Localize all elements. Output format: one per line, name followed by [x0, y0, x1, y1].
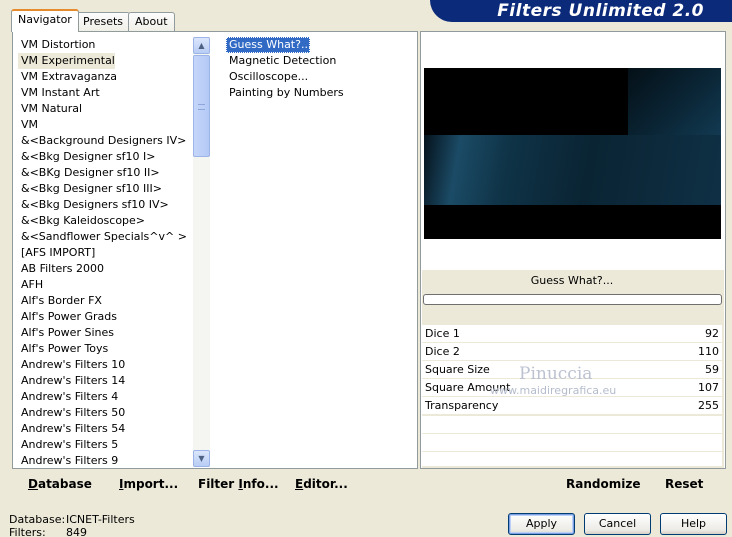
filter-item[interactable]: Guess What?...: [226, 37, 311, 53]
database-value: ICNET-Filters: [66, 513, 135, 526]
category-item[interactable]: Alf's Power Grads: [13, 309, 193, 325]
param-row-dice-1[interactable]: Dice 1 92: [422, 325, 722, 343]
help-button[interactable]: Help: [660, 513, 727, 535]
category-item[interactable]: Andrew's Filters 14: [13, 373, 193, 389]
button-label-prefix: Filter: [198, 477, 239, 491]
database-button[interactable]: Database: [28, 477, 92, 491]
category-item[interactable]: &<Bkg Designer sf10 I>: [13, 149, 193, 165]
param-row-dice-2[interactable]: Dice 2 110: [422, 343, 722, 361]
chevron-up-icon: ▲: [198, 41, 205, 50]
title-banner: Filters Unlimited 2.0: [430, 0, 732, 22]
current-filter-name: Guess What?...: [530, 274, 614, 287]
filter-list[interactable]: Guess What?... Magnetic Detection Oscillos…: [226, 37, 416, 101]
import-button[interactable]: Import...: [119, 477, 178, 491]
button-label: nfo...: [242, 477, 279, 491]
category-item[interactable]: Alf's Power Toys: [13, 341, 193, 357]
param-row-empty: [422, 416, 722, 433]
category-item[interactable]: &<Sandflower Specials^v^ >: [13, 229, 193, 245]
category-item[interactable]: VM: [13, 117, 193, 133]
category-item[interactable]: AFH: [13, 277, 193, 293]
watermark-name: Pinuccia: [519, 364, 593, 384]
param-value: 110: [698, 345, 719, 358]
scroll-thumb[interactable]: [193, 55, 210, 157]
category-item[interactable]: &<Background Designers IV>: [13, 133, 193, 149]
category-item[interactable]: Alf's Border FX: [13, 293, 193, 309]
tab-presets[interactable]: Presets: [76, 12, 131, 31]
param-label: Square Size: [425, 363, 490, 376]
mnemonic: E: [295, 477, 304, 491]
param-row-transparency[interactable]: Transparency 255: [422, 397, 722, 415]
grip-icon: [198, 104, 205, 110]
category-item[interactable]: VM Extravaganza: [13, 69, 193, 85]
category-item[interactable]: Andrew's Filters 5: [13, 437, 193, 453]
apply-button[interactable]: Apply: [508, 513, 575, 535]
param-label: Transparency: [425, 399, 499, 412]
scroll-down-button[interactable]: ▼: [193, 450, 210, 467]
filters-count-label: Filters:: [9, 526, 46, 537]
tab-navigator[interactable]: Navigator: [11, 9, 79, 32]
category-item[interactable]: VM Natural: [13, 101, 193, 117]
app-title: Filters Unlimited 2.0: [497, 1, 704, 21]
category-scrollbar[interactable]: ▲ ▼: [193, 37, 210, 467]
chevron-down-icon: ▼: [198, 454, 205, 463]
filter-item[interactable]: Oscilloscope...: [226, 69, 416, 85]
preview-gradient-top: [628, 68, 721, 135]
category-item[interactable]: Andrew's Filters 4: [13, 389, 193, 405]
category-item[interactable]: Andrew's Filters 9: [13, 453, 193, 469]
category-item[interactable]: Andrew's Filters 10: [13, 357, 193, 373]
param-label: Dice 2: [425, 345, 460, 358]
param-value: 59: [705, 363, 719, 376]
filters-count-value: 849: [66, 526, 87, 537]
param-label: Dice 1: [425, 327, 460, 340]
category-item[interactable]: &<BKg Designer sf10 II>: [13, 165, 193, 181]
category-list[interactable]: VM Distortion VM Experimental VM Extravaga…: [13, 37, 193, 469]
cancel-button[interactable]: Cancel: [584, 513, 651, 535]
progress-bar: [423, 294, 722, 305]
filter-item[interactable]: Painting by Numbers: [226, 85, 416, 101]
category-item[interactable]: &<Bkg Designers sf10 IV>: [13, 197, 193, 213]
category-item[interactable]: VM Distortion: [13, 37, 193, 53]
param-value: 255: [698, 399, 719, 412]
param-row-empty: [422, 452, 722, 466]
scroll-up-button[interactable]: ▲: [193, 37, 210, 54]
param-value: 92: [705, 327, 719, 340]
category-item[interactable]: AB Filters 2000: [13, 261, 193, 277]
button-label: ditor...: [303, 477, 348, 491]
button-label: atabase: [37, 477, 92, 491]
category-item[interactable]: VM Instant Art: [13, 85, 193, 101]
mnemonic: D: [28, 477, 38, 491]
randomize-button[interactable]: Randomize: [566, 477, 640, 491]
preview-image: [424, 68, 721, 239]
category-item[interactable]: &<Bkg Designer sf10 III>: [13, 181, 193, 197]
editor-button[interactable]: Editor...: [295, 477, 348, 491]
filter-item[interactable]: Magnetic Detection: [226, 53, 416, 69]
tab-about[interactable]: About: [128, 12, 175, 31]
param-value: 107: [698, 381, 719, 394]
filter-info-button[interactable]: Filter Info...: [198, 477, 279, 491]
category-item[interactable]: Andrew's Filters 50: [13, 405, 193, 421]
button-label: mport...: [123, 477, 179, 491]
category-item[interactable]: Alf's Power Sines: [13, 325, 193, 341]
preview-gradient-band: [424, 135, 721, 205]
watermark-site: www.maidiregrafica.eu: [490, 384, 617, 397]
category-item[interactable]: [AFS IMPORT]: [13, 245, 193, 261]
category-item[interactable]: Andrew's Filters 54: [13, 421, 193, 437]
param-row-empty: [422, 434, 722, 451]
category-item[interactable]: VM Experimental: [18, 53, 115, 69]
database-label: Database:: [9, 513, 66, 526]
category-item[interactable]: &<Bkg Kaleidoscope>: [13, 213, 193, 229]
reset-button[interactable]: Reset: [665, 477, 703, 491]
